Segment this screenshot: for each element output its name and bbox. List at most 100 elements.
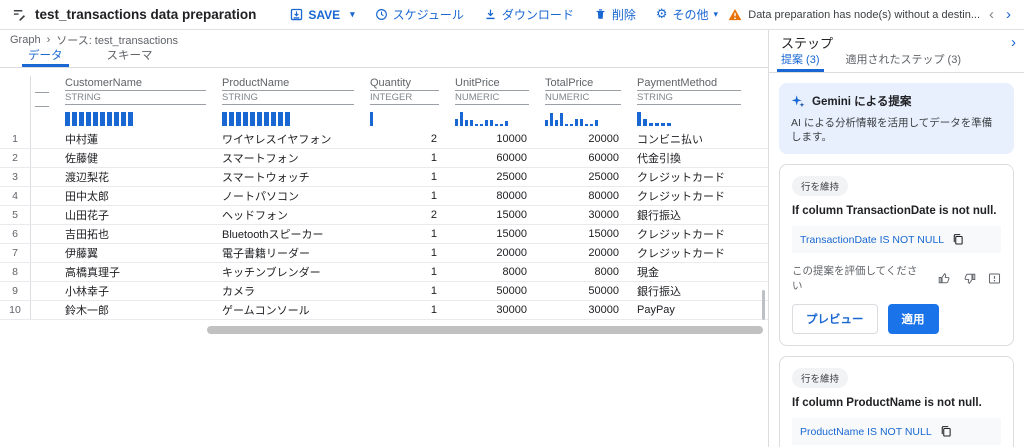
table-cell[interactable]: 20000 (541, 133, 633, 145)
table-row[interactable]: 5 山田花子 ヘッドフォン 2 15000 30000 銀行振込 (0, 206, 768, 225)
column-histogram[interactable] (545, 112, 633, 126)
table-cell[interactable]: ワイヤレスイヤフォン (218, 131, 366, 147)
table-cell[interactable]: 1 (366, 190, 451, 202)
table-cell[interactable]: クレジットカード (633, 226, 753, 242)
column-histogram[interactable] (370, 112, 451, 126)
table-cell[interactable]: 80000 (451, 190, 541, 202)
tab-applied-steps[interactable]: 適用されたステップ (3) (846, 51, 962, 72)
table-cell[interactable]: ノートパソコン (218, 188, 366, 204)
table-row[interactable]: 3 渡辺梨花 スマートウォッチ 1 25000 25000 クレジットカード (0, 168, 768, 187)
next-warning-button[interactable]: › (1003, 7, 1014, 22)
table-cell[interactable]: 30000 (541, 304, 633, 316)
table-cell[interactable]: ゲームコンソール (218, 302, 366, 318)
vertical-scrollbar[interactable] (762, 290, 765, 320)
copy-button[interactable] (952, 233, 964, 246)
table-row[interactable]: 6 吉田拓也 Bluetoothスピーカー 1 15000 15000 クレジットカード (0, 225, 768, 244)
table-cell[interactable]: キッチンブレンダー (218, 264, 366, 280)
table-cell[interactable]: 2 (366, 133, 451, 145)
table-cell[interactable]: 銀行振込 (633, 283, 753, 299)
table-row[interactable]: 2 佐藤健 スマートフォン 1 60000 60000 代金引換 (0, 149, 768, 168)
table-row[interactable]: 9 小林幸子 カメラ 1 50000 50000 銀行振込 (0, 282, 768, 301)
report-feedback-button[interactable] (988, 272, 1001, 285)
table-cell[interactable]: 高橋真理子 (61, 264, 218, 280)
delete-button[interactable]: 削除 (594, 6, 636, 23)
table-cell[interactable]: 8000 (541, 266, 633, 278)
more-options-button[interactable]: ⚙ その他 ▾ (656, 6, 718, 23)
table-cell[interactable]: 現金 (633, 264, 753, 280)
column-histogram[interactable] (65, 112, 218, 126)
table-cell[interactable]: 伊藤翼 (61, 245, 218, 261)
table-cell[interactable]: 小林幸子 (61, 283, 218, 299)
table-cell[interactable]: カメラ (218, 283, 366, 299)
thumbs-down-button[interactable] (963, 272, 976, 285)
table-cell[interactable]: 代金引換 (633, 150, 753, 166)
save-button[interactable]: SAVE (290, 8, 340, 22)
table-cell[interactable]: スマートフォン (218, 150, 366, 166)
column-header-CustomerName[interactable]: CustomerName STRING (61, 76, 218, 130)
table-cell[interactable]: 30000 (541, 209, 633, 221)
table-cell[interactable]: 鈴木一郎 (61, 302, 218, 318)
column-header-Quantity[interactable]: Quantity INTEGER (366, 76, 451, 130)
table-cell[interactable]: 1 (366, 266, 451, 278)
column-header-PaymentMethod[interactable]: PaymentMethod STRING (633, 76, 753, 130)
table-cell[interactable]: 50000 (451, 285, 541, 297)
table-cell[interactable]: 田中太郎 (61, 188, 218, 204)
table-cell[interactable]: 1 (366, 152, 451, 164)
table-row[interactable]: 7 伊藤翼 電子書籍リーダー 1 20000 20000 クレジットカード (0, 244, 768, 263)
save-dropdown-button[interactable]: ▾ (350, 9, 355, 20)
tab-suggestions[interactable]: 提案 (3) (777, 51, 823, 72)
table-cell[interactable]: 中村蓮 (61, 131, 218, 147)
table-cell[interactable]: スマートウォッチ (218, 169, 366, 185)
schedule-button[interactable]: スケジュール (375, 6, 464, 23)
table-cell[interactable]: 電子書籍リーダー (218, 245, 366, 261)
table-cell[interactable]: 30000 (451, 304, 541, 316)
table-row[interactable]: 4 田中太郎 ノートパソコン 1 80000 80000 クレジットカード (0, 187, 768, 206)
table-cell[interactable]: 60000 (541, 152, 633, 164)
table-cell[interactable]: クレジットカード (633, 169, 753, 185)
table-cell[interactable]: ヘッドフォン (218, 207, 366, 223)
table-cell[interactable]: 20000 (451, 247, 541, 259)
previous-warning-button[interactable]: ‹ (986, 7, 997, 22)
table-cell[interactable]: 1 (366, 304, 451, 316)
horizontal-scrollbar[interactable] (207, 326, 763, 334)
breadcrumb-root[interactable]: Graph (10, 34, 41, 46)
table-row[interactable]: 10 鈴木一郎 ゲームコンソール 1 30000 30000 PayPay (0, 301, 768, 320)
column-header-ProductName[interactable]: ProductName STRING (218, 76, 366, 130)
preview-button[interactable]: プレビュー (792, 304, 878, 335)
column-header-TotalPrice[interactable]: TotalPrice NUMERIC (541, 76, 633, 130)
table-cell[interactable]: クレジットカード (633, 245, 753, 261)
table-cell[interactable]: 15000 (541, 228, 633, 240)
table-cell[interactable]: 1 (366, 171, 451, 183)
table-cell[interactable]: 25000 (451, 171, 541, 183)
column-histogram[interactable] (637, 112, 753, 126)
table-cell[interactable]: クレジットカード (633, 188, 753, 204)
apply-button[interactable]: 適用 (887, 304, 939, 335)
table-cell[interactable]: 1 (366, 247, 451, 259)
table-cell[interactable]: 10000 (451, 133, 541, 145)
table-cell[interactable]: 2 (366, 209, 451, 221)
collapse-panel-button[interactable]: › (1011, 35, 1016, 50)
thumbs-up-button[interactable] (938, 272, 951, 285)
table-cell[interactable]: コンビニ払い (633, 131, 753, 147)
table-row[interactable]: 8 高橋真理子 キッチンブレンダー 1 8000 8000 現金 (0, 263, 768, 282)
table-cell[interactable]: Bluetoothスピーカー (218, 226, 366, 242)
table-cell[interactable]: 80000 (541, 190, 633, 202)
download-button[interactable]: ダウンロード (484, 6, 574, 23)
table-cell[interactable]: 渡辺梨花 (61, 169, 218, 185)
column-histogram[interactable] (222, 112, 366, 126)
table-cell[interactable]: 15000 (451, 209, 541, 221)
table-cell[interactable]: 50000 (541, 285, 633, 297)
table-cell[interactable]: 25000 (541, 171, 633, 183)
copy-button[interactable] (940, 425, 952, 438)
column-histogram[interactable] (455, 112, 541, 126)
table-cell[interactable]: 1 (366, 285, 451, 297)
table-cell[interactable]: PayPay (633, 304, 753, 316)
table-cell[interactable]: 20000 (541, 247, 633, 259)
table-row[interactable]: 1 中村蓮 ワイヤレスイヤフォン 2 10000 20000 コンビニ払い (0, 130, 768, 149)
table-cell[interactable]: 60000 (451, 152, 541, 164)
table-cell[interactable]: 銀行振込 (633, 207, 753, 223)
table-cell[interactable]: 15000 (451, 228, 541, 240)
column-header-UnitPrice[interactable]: UnitPrice NUMERIC (451, 76, 541, 130)
tab-schema[interactable]: スキーマ (107, 47, 153, 67)
table-cell[interactable]: 山田花子 (61, 207, 218, 223)
